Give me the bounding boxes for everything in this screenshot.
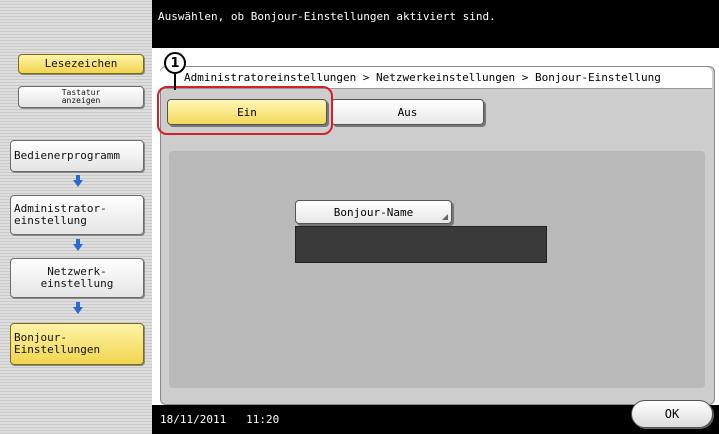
top-bar: Auswählen, ob Bonjour-Einstellungen akti… bbox=[152, 0, 719, 48]
step-callout-marker: 1 bbox=[164, 52, 186, 74]
bookmark-button[interactable]: Lesezeichen bbox=[18, 54, 144, 74]
highlight-frame bbox=[157, 86, 333, 135]
show-keypad-button[interactable]: Tastatur anzeigen bbox=[18, 86, 144, 108]
bonjour-name-field[interactable] bbox=[295, 226, 547, 263]
down-arrow-icon bbox=[73, 175, 83, 187]
down-arrow-icon bbox=[73, 302, 83, 314]
corner-indicator-icon bbox=[442, 214, 448, 220]
sidebar-item-administratoreinstellung[interactable]: Administrator- einstellung bbox=[10, 195, 144, 235]
callout-line bbox=[174, 74, 176, 90]
sidebar-item-bedienerprogramm[interactable]: Bedienerprogramm bbox=[10, 140, 144, 172]
off-button[interactable]: Aus bbox=[331, 99, 484, 125]
sidebar-item-bonjour-einstellungen[interactable]: Bonjour- Einstellungen bbox=[10, 323, 144, 365]
ok-button[interactable]: OK bbox=[631, 400, 713, 428]
bonjour-name-button[interactable]: Bonjour-Name bbox=[295, 200, 452, 224]
sidebar-item-netzwerkeinstellung[interactable]: Netzwerk- einstellung bbox=[10, 258, 144, 298]
bonjour-name-label: Bonjour-Name bbox=[333, 205, 414, 219]
instruction-message: Auswählen, ob Bonjour-Einstellungen akti… bbox=[158, 10, 496, 23]
screen: Lesezeichen Tastatur anzeigen Bedienerpr… bbox=[0, 0, 719, 434]
date-time: 18/11/2011 11:20 bbox=[160, 413, 280, 426]
down-arrow-icon bbox=[73, 239, 83, 251]
settings-area bbox=[169, 151, 705, 388]
